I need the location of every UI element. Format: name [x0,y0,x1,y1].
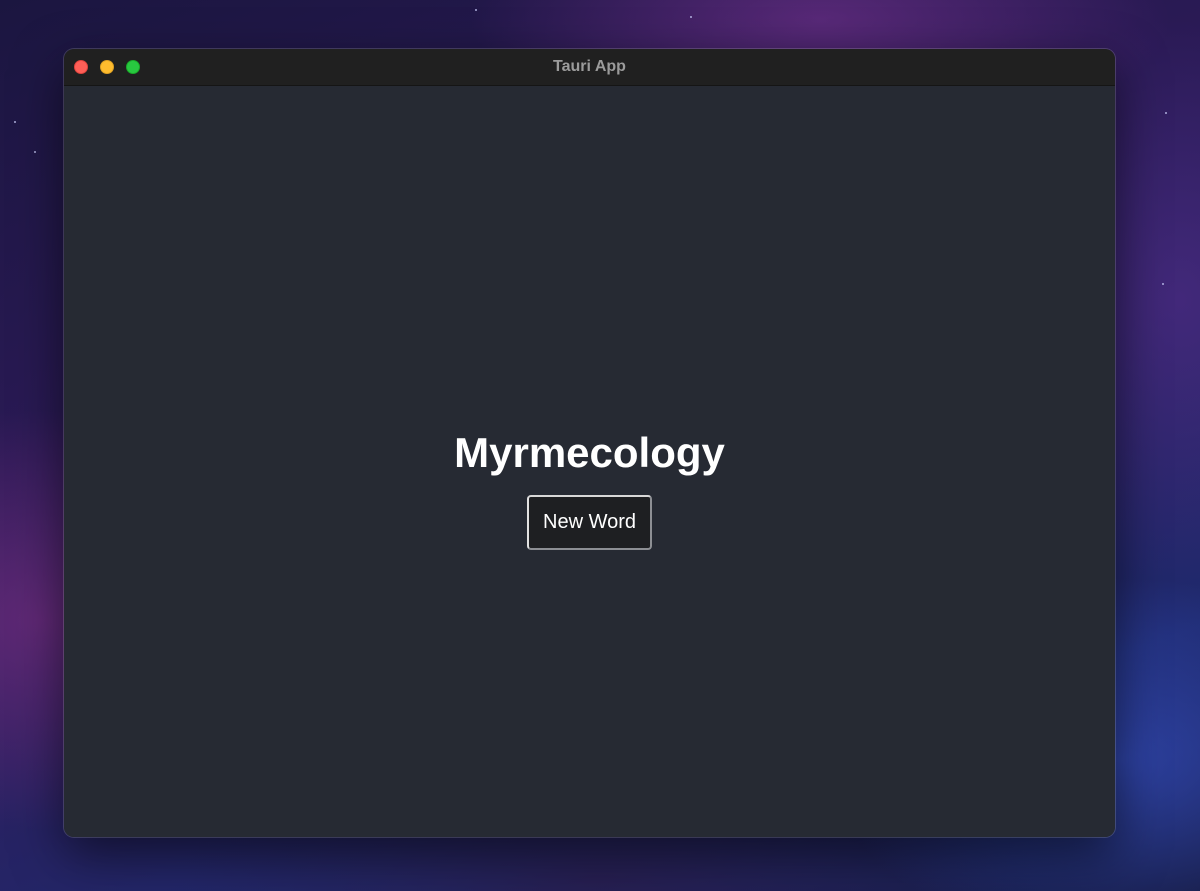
main-content: Myrmecology New Word [64,86,1115,837]
star [34,151,36,153]
star [14,121,16,123]
app-window: Tauri App Myrmecology New Word [64,49,1115,837]
window-title: Tauri App [553,58,626,75]
new-word-button[interactable]: New Word [527,495,652,550]
star [1162,283,1164,285]
title-bar[interactable]: Tauri App [64,49,1115,86]
desktop-wallpaper: Tauri App Myrmecology New Word [0,0,1200,891]
word-heading: Myrmecology [454,429,725,476]
star [1165,112,1167,114]
star [690,16,692,18]
star [475,9,477,11]
